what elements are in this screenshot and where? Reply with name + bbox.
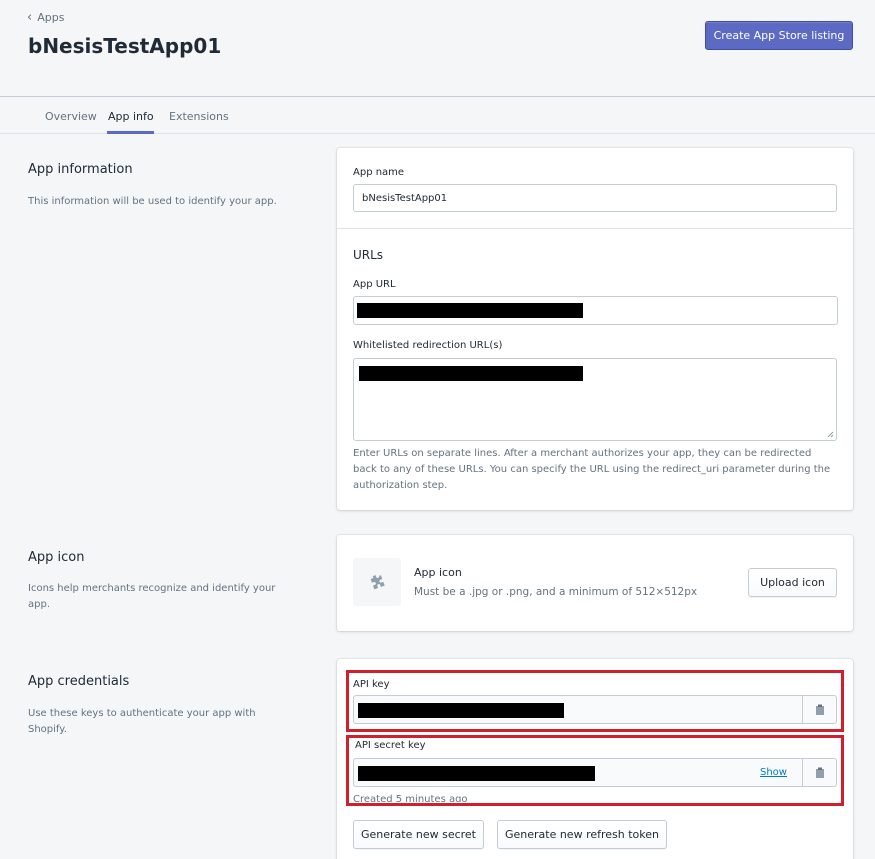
app-url-input[interactable]	[353, 296, 838, 325]
redirect-urls-help: Enter URLs on separate lines. After a me…	[353, 448, 831, 491]
redacted-app-url	[357, 303, 583, 318]
active-tab-indicator	[107, 131, 154, 134]
card-divider	[337, 228, 853, 229]
upload-icon-button[interactable]: Upload icon	[748, 568, 837, 597]
puzzle-icon	[370, 575, 385, 590]
generate-new-secret-button[interactable]: Generate new secret	[353, 820, 484, 849]
redacted-redirect-url	[359, 366, 583, 381]
api-secret-highlight	[346, 735, 844, 806]
chevron-left-icon: ‹	[27, 10, 33, 25]
tab-extensions[interactable]: Extensions	[169, 110, 229, 123]
back-link-label: Apps	[37, 11, 65, 24]
app-icon-label: App icon	[414, 566, 462, 579]
urls-heading: URLs	[353, 248, 384, 262]
app-name-input[interactable]: bNesisTestApp01	[353, 184, 837, 212]
app-url-label: App URL	[353, 279, 396, 290]
tab-overview[interactable]: Overview	[45, 110, 97, 123]
api-key-highlight	[346, 670, 844, 732]
app-icon-title: App icon	[28, 550, 85, 565]
app-name-value: bNesisTestApp01	[362, 192, 448, 204]
back-to-apps-link[interactable]: ‹ Apps	[27, 11, 64, 24]
app-credentials-description: Use these keys to authenticate your app …	[28, 708, 256, 735]
app-name-label: App name	[353, 167, 405, 178]
tab-app-info[interactable]: App info	[108, 110, 154, 123]
resize-grip-icon[interactable]	[826, 430, 834, 438]
page-title: bNesisTestApp01	[28, 34, 222, 58]
app-icon-description: Icons help merchants recognize and ident…	[28, 583, 276, 610]
app-icon-hint: Must be a .jpg or .png, and a minimum of…	[414, 586, 698, 598]
page-header: ‹ Apps bNesisTestApp01 Create App Store …	[0, 0, 875, 97]
app-information-card: App name bNesisTestApp01 URLs App URL Wh…	[337, 148, 853, 510]
app-icon-placeholder	[353, 558, 401, 606]
app-information-title: App information	[28, 162, 133, 177]
app-credentials-title: App credentials	[28, 674, 130, 689]
generate-new-refresh-token-button[interactable]: Generate new refresh token	[497, 820, 667, 849]
redirect-urls-label: Whitelisted redirection URL(s)	[353, 340, 503, 351]
redirect-urls-textarea[interactable]	[353, 358, 837, 441]
create-app-store-listing-button[interactable]: Create App Store listing	[705, 21, 853, 50]
app-information-description: This information will be used to identif…	[28, 196, 277, 207]
